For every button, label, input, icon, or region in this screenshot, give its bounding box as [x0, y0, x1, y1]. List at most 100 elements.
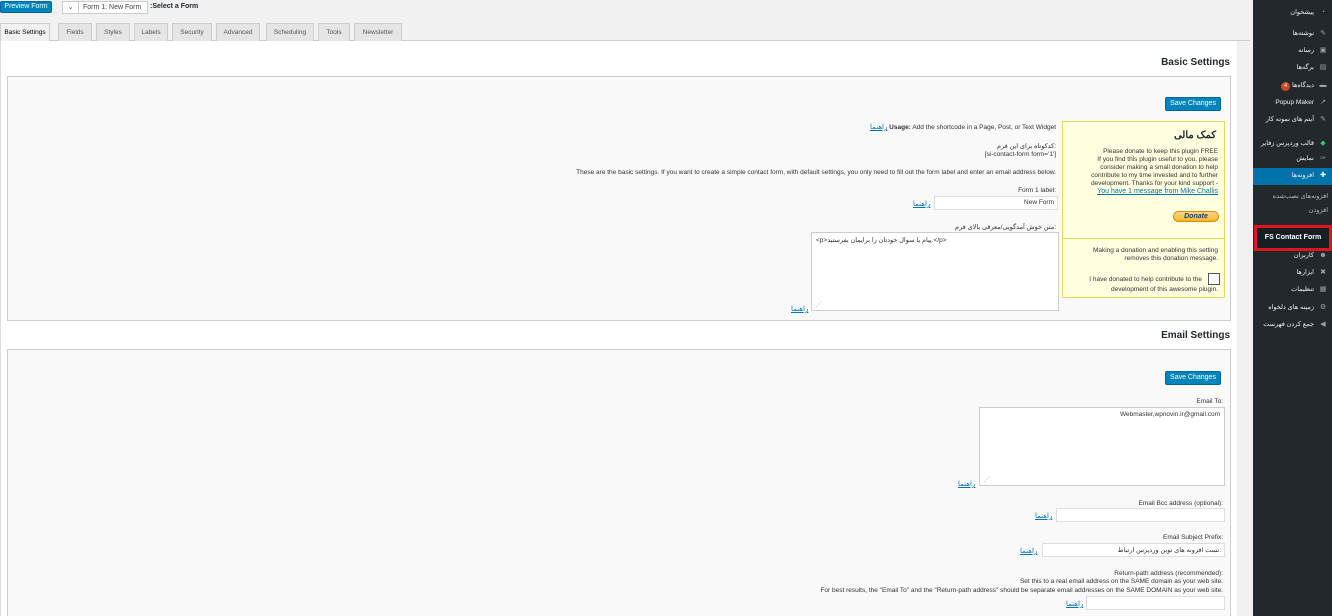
save-changes-button[interactable]: Save Changes — [1165, 97, 1221, 111]
menu-label: آیتم های نمونه کار — [1265, 116, 1314, 123]
menu-label: نوشته‌ها — [1292, 30, 1314, 37]
tab-advanced[interactable]: Advanced — [216, 23, 260, 41]
menu-appearance[interactable]: ✑ نمایش — [1253, 151, 1328, 167]
page-icon: ▤ — [1319, 64, 1327, 71]
welcome-help-link[interactable]: راهنما — [791, 305, 808, 313]
menu-portfolio[interactable]: ✎ آیتم های نمونه کار — [1253, 112, 1328, 128]
return-path-input[interactable] — [1086, 596, 1225, 610]
message-link[interactable]: You have 1 message from Mike Challis — [1097, 188, 1218, 195]
admin-sidebar: ◔ پیشخوان ✎ نوشته‌ها ▣ رسانه ▤ برگه‌ها ▬… — [1253, 0, 1332, 616]
basic-settings-box: Save Changes راهنما Usage: Add the short… — [7, 76, 1231, 321]
tab-styles[interactable]: Styles — [96, 23, 130, 41]
menu-theme[interactable]: ◆ قالب وردپرس زفایر — [1253, 136, 1328, 152]
basic-settings-title: Basic Settings — [1161, 57, 1230, 68]
tab-basic-settings[interactable]: Basic Settings — [0, 23, 50, 42]
dashboard-icon: ◔ — [1320, 9, 1326, 16]
menu-settings[interactable]: ▦ تنظیمات — [1253, 282, 1328, 298]
settings-panel: Basic Settings Save Changes راهنما Usage… — [0, 41, 1237, 616]
menu-posts[interactable]: ✎ نوشته‌ها — [1253, 26, 1328, 42]
return-path-line-2: For best results, the "Email To" and the… — [820, 587, 1223, 594]
pin-icon: ✎ — [1320, 116, 1326, 123]
donate-line-1: Please donate to keep this plugin FREE — [1103, 148, 1218, 155]
email-to-value: Webmaster,wpnovin.ir@gmail.com — [1119, 411, 1220, 418]
chevron-down-icon: ⌄ — [63, 2, 79, 13]
tab-labels[interactable]: Labels — [134, 23, 168, 41]
usage-text: Add the shortcode in a Page, Post, or Te… — [912, 124, 1056, 131]
tab-newsletter[interactable]: Newsletter — [354, 23, 402, 41]
select-form-label: :Select a Form — [150, 3, 199, 10]
donate-option-box: Making a donation and enabling this sett… — [1062, 238, 1225, 298]
subject-prefix-label: Email Subject Prefix: — [1163, 534, 1223, 541]
tab-security[interactable]: Security — [172, 23, 212, 41]
subject-help-link[interactable]: راهنما — [1020, 547, 1037, 555]
donate-button[interactable]: Donate — [1173, 211, 1219, 222]
menu-label: دیدگاه‌ها — [1291, 82, 1314, 89]
media-icon: ▣ — [1319, 47, 1327, 54]
comment-count-badge: 4 — [1280, 82, 1290, 91]
menu-plugins[interactable]: ✚ افزونه‌ها — [1253, 168, 1332, 185]
email-settings-title: Email Settings — [1161, 330, 1230, 341]
menu-label: پیشخوان — [1290, 9, 1314, 16]
email-save-changes-button[interactable]: Save Changes — [1165, 371, 1221, 385]
welcome-label: متن خوش آمدگویی/معرفی بالای فرم: — [955, 224, 1056, 231]
form-label-input[interactable]: New Form — [934, 196, 1058, 210]
menu-media[interactable]: ▣ رسانه — [1253, 43, 1328, 59]
menu-popup-maker[interactable]: ↗ Popup Maker — [1253, 95, 1328, 111]
submenu-add-plugin[interactable]: افزودن — [1309, 206, 1328, 214]
tab-fields[interactable]: Fields — [58, 23, 92, 41]
donate-check-1: I have donated to help contribute to the — [1089, 276, 1202, 283]
form-select[interactable]: ⌄ Form 1: New Form — [62, 1, 148, 14]
form-select-value: Form 1: New Form — [83, 4, 142, 11]
menu-label: تنظیمات — [1291, 286, 1314, 293]
pin-icon: ✎ — [1320, 30, 1326, 37]
donate-title: کمک مالی — [1173, 130, 1216, 141]
return-path-label: Return-path address (recommended): — [1114, 570, 1223, 577]
donate-line-3: consider making a small donation to help — [1100, 164, 1218, 171]
menu-pages[interactable]: ▤ برگه‌ها — [1253, 60, 1328, 76]
menu-label: افزونه‌ها — [1291, 172, 1314, 179]
usage-bold: Usage: — [889, 124, 911, 131]
email-to-help-link[interactable]: راهنما — [958, 480, 975, 488]
donate-box: کمک مالی Please donate to keep this plug… — [1062, 121, 1225, 241]
submenu-installed-plugins[interactable]: افزونه‌های نصب‌شده — [1273, 192, 1328, 200]
intro-text: These are the basic settings. If you wan… — [576, 169, 1056, 176]
donate-note-2: removes this donation message. — [1124, 255, 1218, 262]
return-path-help-link[interactable]: راهنما — [1066, 600, 1083, 608]
menu-custom-fields[interactable]: ⚙ زمینه های دلخواه — [1253, 300, 1328, 316]
comment-icon: ▬ — [1319, 82, 1327, 89]
subject-prefix-input[interactable]: تست افزونه های نوین وردپرس ارتباط: — [1042, 543, 1225, 557]
welcome-value: <p>پیام یا سوال خودتان را برایمان بفرستی… — [816, 237, 947, 244]
email-to-textarea[interactable]: Webmaster,wpnovin.ir@gmail.com — [979, 407, 1225, 486]
diamond-icon: ◆ — [1320, 140, 1326, 147]
submenu-fs-contact-form[interactable]: FS Contact Form — [1254, 225, 1332, 251]
resize-grip-icon[interactable]: ⋰ — [816, 302, 822, 308]
menu-comments[interactable]: ▬ 4 دیدگاه‌ها — [1253, 78, 1328, 94]
usage-help-link[interactable]: راهنما — [870, 124, 887, 131]
tools-icon: ✖ — [1320, 269, 1326, 276]
menu-label: رسانه — [1298, 47, 1314, 54]
tab-tools[interactable]: Tools — [318, 23, 350, 41]
bcc-input[interactable] — [1056, 508, 1225, 522]
donate-line-2: If you find this plugin useful to you, p… — [1097, 156, 1218, 163]
bcc-help-link[interactable]: راهنما — [1035, 512, 1052, 520]
menu-label: ابزارها — [1296, 269, 1314, 276]
menu-tools[interactable]: ✖ ابزارها — [1253, 265, 1328, 281]
menu-label: قالب وردپرس زفایر — [1260, 140, 1314, 147]
form-label-help-link[interactable]: راهنما — [913, 200, 930, 208]
donate-line-4: contribute to my time invested and to fu… — [1091, 172, 1218, 179]
donated-checkbox[interactable] — [1208, 273, 1220, 285]
menu-dashboard[interactable]: ◔ پیشخوان — [1253, 5, 1328, 21]
plugin-icon: ✚ — [1320, 172, 1326, 179]
donate-line-5: development. Thanks for your kind suppor… — [1090, 180, 1218, 187]
collapse-icon: ◀ — [1320, 321, 1326, 328]
preview-form-button[interactable]: Preview Form — [0, 1, 52, 13]
menu-collapse[interactable]: ◀ جمع کردن فهرست — [1253, 317, 1328, 333]
shortcode-label: کدکوتاه برای این فرم: — [997, 143, 1056, 150]
gear-icon: ⚙ — [1319, 304, 1327, 311]
tab-scheduling[interactable]: Scheduling — [266, 23, 314, 41]
menu-label: برگه‌ها — [1296, 64, 1314, 71]
welcome-textarea[interactable]: <p>پیام یا سوال خودتان را برایمان بفرستی… — [811, 232, 1059, 311]
resize-grip-icon[interactable]: ⋰ — [984, 477, 990, 483]
email-to-label: Email To: — [1196, 398, 1223, 405]
shortcode-value: [si-contact-form form='1'] — [984, 151, 1056, 158]
